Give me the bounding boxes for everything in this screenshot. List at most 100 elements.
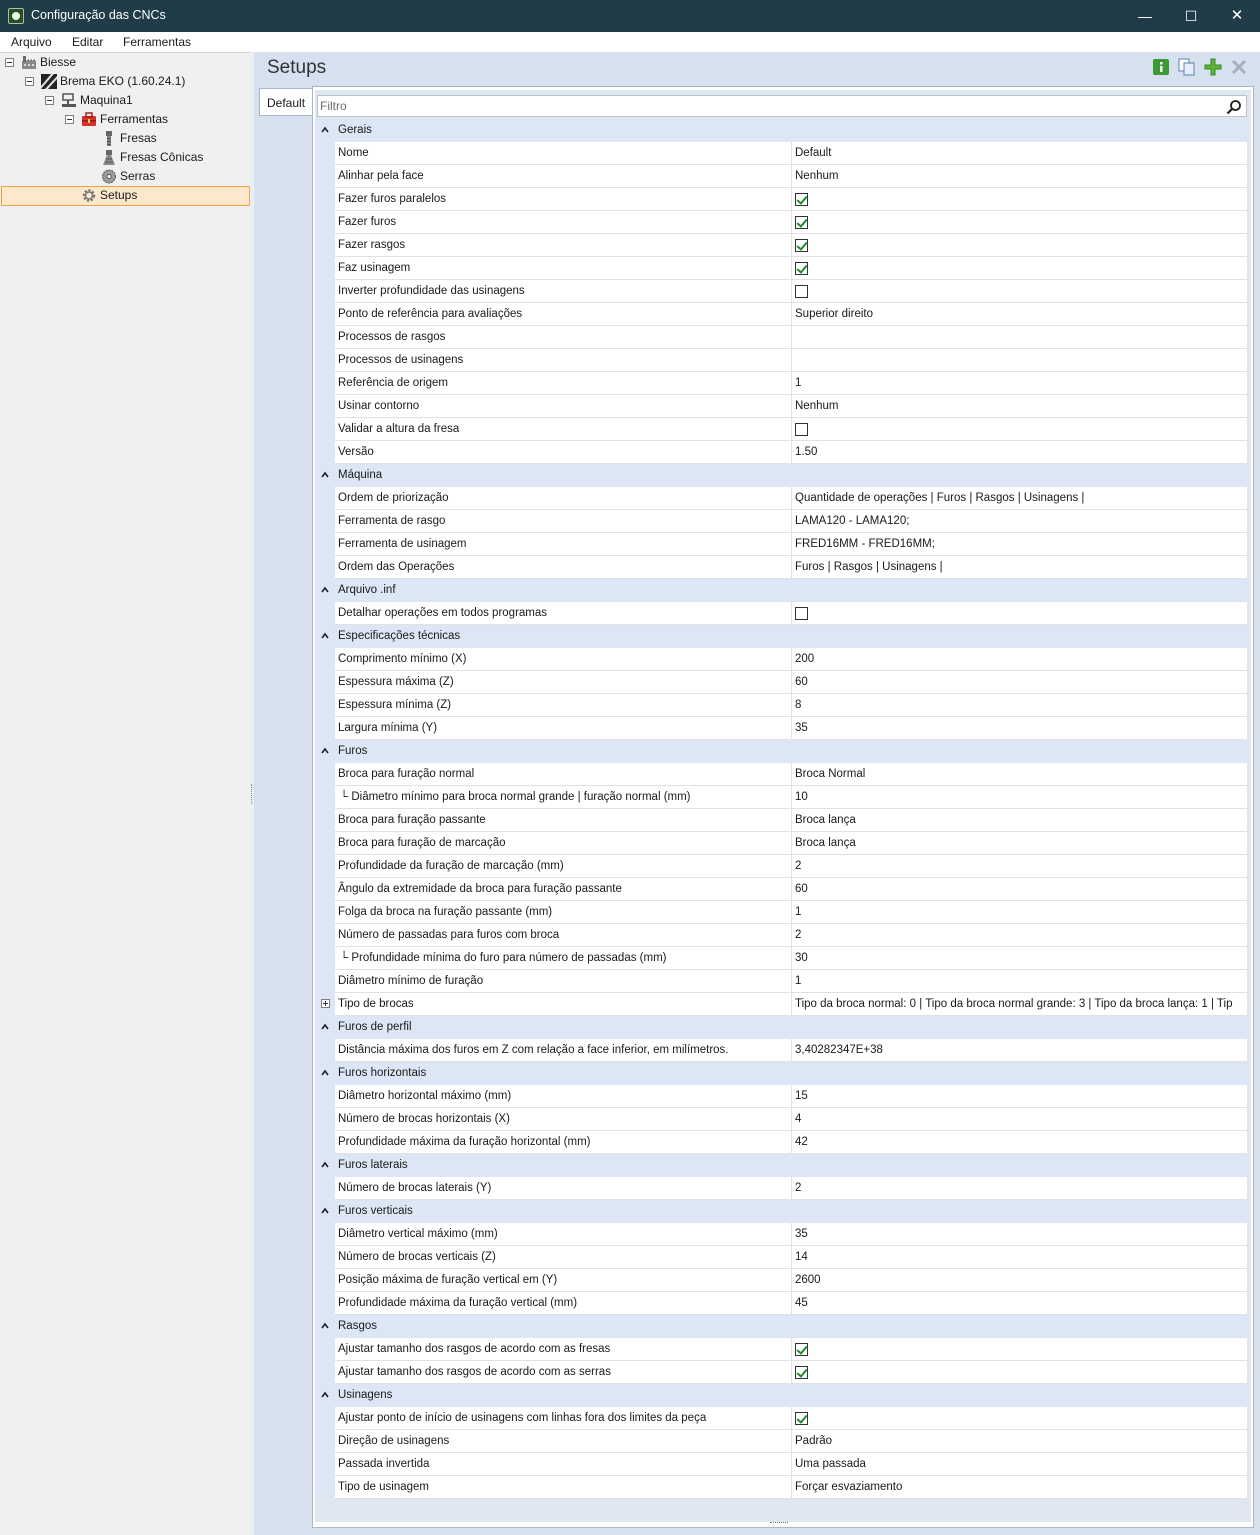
- property-row[interactable]: Alinhar pela face Nenhum: [317, 165, 1247, 188]
- resize-grip[interactable]: [770, 1522, 788, 1525]
- property-row[interactable]: Ordem de priorização Quantidade de operaç…: [317, 487, 1247, 510]
- category-row[interactable]: Especificações técnicas: [317, 625, 1247, 648]
- property-row[interactable]: Diâmetro mínimo de furação 1: [317, 970, 1247, 993]
- property-row[interactable]: Usinar contorno Nenhum: [317, 395, 1247, 418]
- property-row[interactable]: Ferramenta de rasgo LAMA120 - LAMA120;: [317, 510, 1247, 533]
- property-row[interactable]: Comprimento mínimo (X) 200: [317, 648, 1247, 671]
- property-value[interactable]: 3,40282347E+38: [791, 1039, 1247, 1062]
- property-row[interactable]: Processos de rasgos: [317, 326, 1247, 349]
- chevron-up-icon[interactable]: [321, 1391, 329, 1399]
- property-row[interactable]: Profundidade da furação de marcação (mm)…: [317, 855, 1247, 878]
- category-row[interactable]: Furos de perfil: [317, 1016, 1247, 1039]
- property-value[interactable]: [791, 349, 1247, 372]
- property-value[interactable]: 30: [791, 947, 1247, 970]
- collapse-icon[interactable]: [65, 115, 74, 124]
- property-row[interactable]: Distância máxima dos furos em Z com rela…: [317, 1039, 1247, 1062]
- menu-editar[interactable]: Editar: [72, 35, 103, 49]
- delete-button[interactable]: [1230, 58, 1248, 76]
- property-row[interactable]: Ordem das Operações Furos | Rasgos | Usin…: [317, 556, 1247, 579]
- property-row[interactable]: Detalhar operações em todos programas: [317, 602, 1247, 625]
- property-checkbox[interactable]: [795, 1343, 808, 1356]
- property-row[interactable]: Número de brocas horizontais (X) 4: [317, 1108, 1247, 1131]
- tree-node-fresas[interactable]: Fresas: [0, 129, 250, 148]
- property-row[interactable]: Broca para furação de marcação Broca lanç…: [317, 832, 1247, 855]
- property-row[interactable]: Broca para furação normal Broca Normal: [317, 763, 1247, 786]
- category-row[interactable]: Máquina: [317, 464, 1247, 487]
- property-row[interactable]: Tipo de usinagem Forçar esvaziamento: [317, 1476, 1247, 1499]
- property-value[interactable]: Nenhum: [791, 165, 1247, 188]
- property-checkbox[interactable]: [795, 607, 808, 620]
- property-row[interactable]: Passada invertida Uma passada: [317, 1453, 1247, 1476]
- property-row[interactable]: Fazer furos paralelos: [317, 188, 1247, 211]
- property-value[interactable]: Superior direito: [791, 303, 1247, 326]
- property-value[interactable]: [791, 418, 1247, 441]
- property-value[interactable]: Broca Normal: [791, 763, 1247, 786]
- copy-button[interactable]: [1178, 58, 1196, 76]
- property-row[interactable]: Profundidade máxima da furação vertical …: [317, 1292, 1247, 1315]
- property-value[interactable]: Nenhum: [791, 395, 1247, 418]
- property-value[interactable]: 60: [791, 671, 1247, 694]
- property-value[interactable]: Tipo da broca normal: 0 | Tipo da broca …: [791, 993, 1247, 1016]
- property-checkbox[interactable]: [795, 423, 808, 436]
- property-value[interactable]: Default: [791, 142, 1247, 165]
- tree-node-brema[interactable]: Brema EKO (1.60.24.1): [0, 72, 250, 91]
- property-row[interactable]: Número de passadas para furos com broca 2: [317, 924, 1247, 947]
- property-row[interactable]: Diâmetro horizontal máximo (mm) 15: [317, 1085, 1247, 1108]
- property-row[interactable]: Processos de usinagens: [317, 349, 1247, 372]
- property-value[interactable]: [791, 1361, 1247, 1384]
- property-row[interactable]: └ Profundidade mínima do furo para númer…: [317, 947, 1247, 970]
- property-checkbox[interactable]: [795, 285, 808, 298]
- collapse-icon[interactable]: [25, 77, 34, 86]
- property-row[interactable]: Ângulo da extremidade da broca para fura…: [317, 878, 1247, 901]
- property-row[interactable]: Espessura máxima (Z) 60: [317, 671, 1247, 694]
- property-value[interactable]: FRED16MM - FRED16MM;: [791, 533, 1247, 556]
- filter-input[interactable]: [320, 97, 1220, 115]
- property-value[interactable]: 1: [791, 970, 1247, 993]
- tree-node-setups[interactable]: Setups: [0, 186, 250, 205]
- chevron-up-icon[interactable]: [321, 1207, 329, 1215]
- tree-node-serras[interactable]: Serras: [0, 167, 250, 186]
- property-row[interactable]: Ajustar tamanho dos rasgos de acordo com…: [317, 1338, 1247, 1361]
- chevron-up-icon[interactable]: [321, 1322, 329, 1330]
- category-row[interactable]: Gerais: [317, 119, 1247, 142]
- property-value[interactable]: 35: [791, 717, 1247, 740]
- chevron-up-icon[interactable]: [321, 471, 329, 479]
- property-row[interactable]: Broca para furação passante Broca lança: [317, 809, 1247, 832]
- property-row[interactable]: Espessura mínima (Z) 8: [317, 694, 1247, 717]
- property-value[interactable]: 1: [791, 372, 1247, 395]
- property-row[interactable]: Largura mínima (Y) 35: [317, 717, 1247, 740]
- property-value[interactable]: Uma passada: [791, 1453, 1247, 1476]
- property-value[interactable]: 4: [791, 1108, 1247, 1131]
- property-value[interactable]: 15: [791, 1085, 1247, 1108]
- tree-node-ferramentas[interactable]: Ferramentas: [0, 110, 250, 129]
- property-value[interactable]: Furos | Rasgos | Usinagens |: [791, 556, 1247, 579]
- property-value[interactable]: [791, 326, 1247, 349]
- category-row[interactable]: Arquivo .inf: [317, 579, 1247, 602]
- property-checkbox[interactable]: [795, 262, 808, 275]
- property-value[interactable]: 10: [791, 786, 1247, 809]
- chevron-up-icon[interactable]: [321, 586, 329, 594]
- add-button[interactable]: [1204, 58, 1222, 76]
- chevron-up-icon[interactable]: [321, 632, 329, 640]
- chevron-up-icon[interactable]: [321, 1069, 329, 1077]
- property-value[interactable]: 2: [791, 924, 1247, 947]
- close-button[interactable]: ✕: [1214, 0, 1260, 32]
- maximize-button[interactable]: ☐: [1168, 0, 1214, 32]
- property-row[interactable]: Ajustar tamanho dos rasgos de acordo com…: [317, 1361, 1247, 1384]
- property-row[interactable]: Direção de usinagens Padrão: [317, 1430, 1247, 1453]
- property-row[interactable]: Faz usinagem: [317, 257, 1247, 280]
- property-checkbox[interactable]: [795, 193, 808, 206]
- property-value[interactable]: [791, 188, 1247, 211]
- property-row[interactable]: └ Diâmetro mínimo para broca normal gran…: [317, 786, 1247, 809]
- property-value[interactable]: Broca lança: [791, 832, 1247, 855]
- property-row[interactable]: Diâmetro vertical máximo (mm) 35: [317, 1223, 1247, 1246]
- property-checkbox[interactable]: [795, 1366, 808, 1379]
- property-row[interactable]: Versão 1.50: [317, 441, 1247, 464]
- property-checkbox[interactable]: [795, 1412, 808, 1425]
- property-value[interactable]: [791, 1407, 1247, 1430]
- property-row[interactable]: Número de brocas verticais (Z) 14: [317, 1246, 1247, 1269]
- tree-node-fresas-conicas[interactable]: Fresas Cônicas: [0, 148, 250, 167]
- property-row[interactable]: Número de brocas laterais (Y) 2: [317, 1177, 1247, 1200]
- category-row[interactable]: Furos horizontais: [317, 1062, 1247, 1085]
- category-row[interactable]: Usinagens: [317, 1384, 1247, 1407]
